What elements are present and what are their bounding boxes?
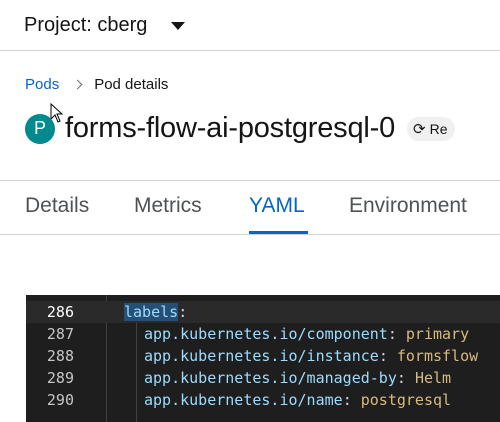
sync-icon: ⟳ <box>413 120 426 138</box>
breadcrumb-pods-link[interactable]: Pods <box>25 76 59 93</box>
breadcrumb: Pods Pod details <box>25 76 168 93</box>
yaml-value: Helm <box>414 369 452 387</box>
line-number: 287 <box>46 325 74 343</box>
line-number: 290 <box>46 391 74 409</box>
caret-down-icon[interactable] <box>171 22 186 30</box>
yaml-value: primary <box>405 325 470 343</box>
yaml-value: postgresql <box>360 391 452 409</box>
yaml-separator: : <box>342 391 361 409</box>
yaml-key: app.kubernetes.io/component <box>144 325 388 343</box>
editor-line[interactable]: 288 app.kubernetes.io/instance: formsflo… <box>26 345 500 367</box>
yaml-editor[interactable]: 286 labels: 287 app.kubernetes.io/compon… <box>26 295 500 422</box>
line-number: 286 <box>46 303 74 321</box>
project-selector[interactable]: Project: cberg <box>0 0 500 51</box>
breadcrumb-current: Pod details <box>94 76 169 93</box>
yaml-value: formsflow <box>396 347 479 365</box>
editor-line[interactable]: 286 labels: <box>26 301 500 323</box>
yaml-key: app.kubernetes.io/managed-by <box>144 369 397 387</box>
active-tab-indicator <box>249 231 308 234</box>
refresh-button[interactable]: ⟳ Re <box>407 116 456 141</box>
yaml-key: labels <box>124 303 179 321</box>
tab-environment[interactable]: Environment <box>349 194 467 218</box>
line-number: 288 <box>46 347 74 365</box>
page-title-row: P forms-flow-ai-postgresql-0 ⟳ Re <box>25 112 456 145</box>
chevron-right-icon <box>72 79 83 90</box>
pod-resource-badge: P <box>25 113 55 144</box>
editor-line[interactable]: 290 app.kubernetes.io/name: postgresql <box>26 389 500 411</box>
yaml-separator: : <box>387 325 406 343</box>
editor-line[interactable]: 289 app.kubernetes.io/managed-by: Helm <box>26 367 500 389</box>
yaml-separator: : <box>178 303 188 321</box>
editor-line[interactable]: 287 app.kubernetes.io/component: primary <box>26 323 500 345</box>
tab-details[interactable]: Details <box>25 194 89 218</box>
project-label: Project: cberg <box>24 13 148 36</box>
line-number: 289 <box>46 369 74 387</box>
tab-bar: Details Metrics YAML Environment <box>0 180 500 235</box>
yaml-separator: : <box>396 369 415 387</box>
refresh-button-label: Re <box>429 120 448 137</box>
tab-yaml[interactable]: YAML <box>249 194 305 218</box>
tab-metrics[interactable]: Metrics <box>134 194 202 218</box>
yaml-separator: : <box>378 347 397 365</box>
yaml-key: app.kubernetes.io/name <box>144 391 343 409</box>
page-title: forms-flow-ai-postgresql-0 <box>65 112 395 144</box>
yaml-key: app.kubernetes.io/instance <box>144 347 379 365</box>
